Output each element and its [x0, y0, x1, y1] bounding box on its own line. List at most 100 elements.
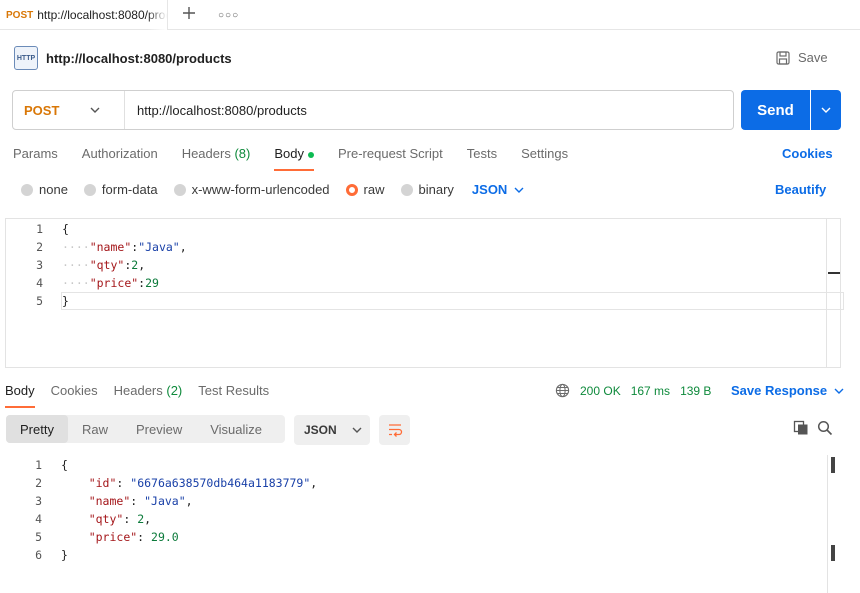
- json-value: "Java": [138, 240, 180, 254]
- more-icon[interactable]: ○○○: [218, 10, 239, 21]
- response-tab-headers[interactable]: Headers (2): [114, 383, 183, 408]
- cookies-link[interactable]: Cookies: [782, 146, 833, 161]
- tab-authorization[interactable]: Authorization: [82, 146, 158, 171]
- request-body-editor[interactable]: 1 2 3 4 5 { ····"name":"Java", ····"qty"…: [5, 218, 844, 368]
- code-line: {: [61, 458, 68, 472]
- tab-strip: POST http://localhost:8080/products ○○○: [0, 0, 860, 30]
- json-key: "name": [88, 494, 131, 508]
- plus-icon[interactable]: [181, 5, 197, 21]
- editor-scrollbar[interactable]: [826, 219, 827, 367]
- save-icon: [776, 50, 790, 65]
- json-key: "price": [88, 530, 138, 544]
- copy-icon[interactable]: [793, 420, 809, 436]
- method-select[interactable]: POST: [13, 91, 125, 129]
- send-options-button[interactable]: [811, 90, 841, 130]
- line-number: 3: [36, 258, 43, 272]
- view-preview[interactable]: Preview: [122, 415, 196, 443]
- tab-body[interactable]: Body: [274, 146, 314, 171]
- line-number: 1: [35, 458, 42, 472]
- code-line: "price": 29.0: [88, 530, 179, 544]
- response-scrollbar[interactable]: [827, 455, 828, 593]
- view-visualize[interactable]: Visualize: [196, 415, 276, 443]
- code-line: "id": "6676a638570db464a1183779",: [88, 476, 318, 490]
- tab-prerequest-script[interactable]: Pre-request Script: [338, 146, 443, 171]
- label-urlencoded: x-www-form-urlencoded: [191, 182, 330, 197]
- line-number: 1: [36, 222, 43, 236]
- radio-form-data[interactable]: [83, 183, 96, 196]
- status-code[interactable]: 200 OK: [580, 384, 621, 398]
- tab-params[interactable]: Params: [13, 146, 58, 171]
- response-status: 200 OK 167 ms 139 B: [555, 383, 711, 398]
- save-response-button[interactable]: Save Response: [731, 383, 845, 398]
- response-tabs: Body Cookies Headers (2) Test Results: [5, 383, 285, 408]
- response-time[interactable]: 167 ms: [631, 384, 670, 398]
- chevron-down-icon: [514, 187, 524, 193]
- response-format-select[interactable]: JSON: [294, 415, 370, 445]
- tab-headers-label: Headers: [181, 146, 231, 161]
- headers-count: (8): [234, 146, 251, 161]
- request-title[interactable]: http://localhost:8080/products: [46, 51, 232, 66]
- scroll-marker: [831, 545, 835, 561]
- response-body-viewer[interactable]: 1 2 3 4 5 6 { "id": "6676a638570db464a11…: [0, 455, 860, 593]
- response-size[interactable]: 139 B: [680, 384, 711, 398]
- url-input[interactable]: http://localhost:8080/products: [125, 103, 307, 118]
- body-type-none[interactable]: none: [21, 182, 68, 197]
- save-response-label: Save Response: [731, 383, 828, 398]
- label-raw: raw: [363, 182, 385, 197]
- radio-urlencoded[interactable]: [173, 183, 186, 196]
- scroll-marker: [831, 457, 835, 473]
- tab-body-label: Body: [274, 146, 304, 161]
- chevron-down-icon: [352, 427, 362, 433]
- view-pretty[interactable]: Pretty: [6, 415, 68, 443]
- response-tab-test-results[interactable]: Test Results: [198, 383, 269, 408]
- body-type-binary[interactable]: binary: [400, 182, 454, 197]
- brace-open: {: [62, 222, 69, 236]
- tab-settings[interactable]: Settings: [521, 146, 568, 171]
- chevron-down-icon: [90, 107, 100, 113]
- line-number: 5: [35, 530, 42, 544]
- line-number: 2: [35, 476, 42, 490]
- json-key: "qty": [89, 258, 125, 272]
- label-binary: binary: [418, 182, 454, 197]
- label-none: none: [39, 182, 68, 197]
- radio-binary[interactable]: [400, 183, 413, 196]
- line-number: 2: [36, 240, 43, 254]
- brace-close: }: [62, 294, 69, 308]
- response-tab-body[interactable]: Body: [5, 383, 35, 408]
- request-tab[interactable]: POST http://localhost:8080/products: [0, 0, 168, 30]
- response-tab-cookies[interactable]: Cookies: [51, 383, 98, 408]
- body-format-select[interactable]: JSON: [472, 182, 525, 197]
- code-line: "qty": 2,: [88, 512, 152, 526]
- tab-headers[interactable]: Headers (8): [182, 146, 251, 171]
- globe-icon[interactable]: [555, 383, 570, 398]
- json-key: "qty": [88, 512, 124, 526]
- chevron-down-icon: [821, 107, 831, 113]
- tab-tests[interactable]: Tests: [467, 146, 497, 171]
- body-format-label: JSON: [471, 182, 508, 197]
- label-form-data: form-data: [101, 182, 158, 197]
- brace-open: {: [61, 458, 68, 472]
- save-button[interactable]: Save: [776, 50, 828, 65]
- send-button[interactable]: Send: [741, 90, 810, 130]
- request-tab-method: POST: [6, 9, 34, 21]
- body-type-urlencoded[interactable]: x-www-form-urlencoded: [173, 182, 330, 197]
- radio-none[interactable]: [21, 183, 33, 196]
- radio-raw[interactable]: [345, 183, 358, 196]
- chevron-down-icon: [834, 388, 844, 394]
- beautify-button[interactable]: Beautify: [775, 182, 826, 197]
- view-raw[interactable]: Raw: [68, 415, 122, 443]
- line-number: 4: [36, 276, 43, 290]
- code-line: }: [62, 294, 69, 308]
- json-value: "6676a638570db464a1183779": [130, 476, 311, 490]
- wrap-lines-button[interactable]: [379, 415, 410, 445]
- response-view-switcher: Pretty Raw Preview Visualize: [6, 415, 285, 443]
- response-format-label: JSON: [304, 423, 337, 437]
- body-type-raw[interactable]: raw: [345, 182, 385, 197]
- wrap-icon: [388, 424, 402, 437]
- line-number: 4: [35, 512, 42, 526]
- search-icon[interactable]: [817, 420, 833, 436]
- save-label: Save: [798, 50, 828, 65]
- body-type-form-data[interactable]: form-data: [83, 182, 158, 197]
- json-value: 29: [145, 276, 159, 290]
- line-number: 6: [35, 548, 42, 562]
